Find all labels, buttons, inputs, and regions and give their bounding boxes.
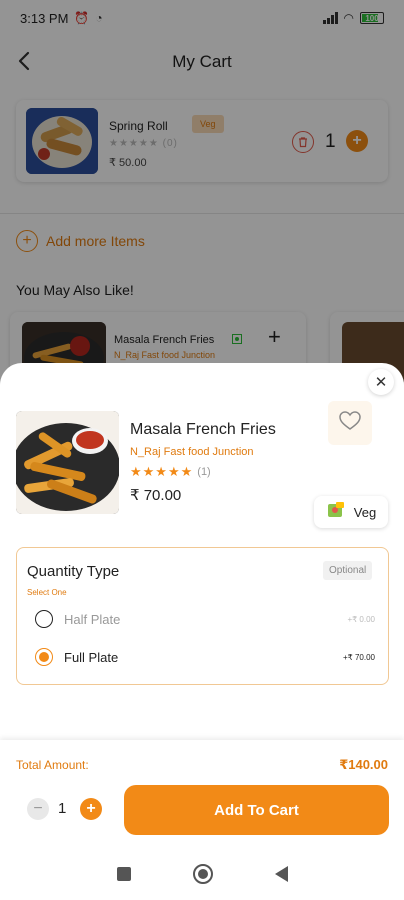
decrease-quantity-button[interactable]: − (27, 798, 49, 820)
option-label: Full Plate (64, 649, 119, 665)
dish-restaurant: N_Raj Fast food Junction (130, 446, 254, 458)
total-amount-value: ₹140.00 (339, 757, 388, 772)
option-price: +₹ 0.00 (347, 614, 375, 624)
system-navbar (0, 848, 404, 900)
dish-price: ₹ 70.00 (130, 487, 182, 504)
cart-footer: Total Amount: ₹140.00 − 1 + Add To Cart (0, 740, 404, 848)
recents-icon[interactable] (116, 867, 131, 881)
home-icon[interactable] (192, 864, 213, 884)
quantity-type-title: Quantity Type (27, 563, 120, 580)
total-amount-label: Total Amount: (16, 758, 89, 772)
veg-label: Veg (353, 504, 377, 520)
option-price: +₹ 70.00 (342, 652, 375, 662)
option-full-plate[interactable]: Full Plate +₹ 70.00 (35, 645, 375, 669)
add-to-cart-button[interactable]: Add To Cart (124, 785, 389, 835)
veg-food-icon (326, 500, 346, 525)
dish-image (16, 411, 119, 514)
quantity-type-section: Quantity Type Optional Select One Half P… (16, 547, 389, 685)
option-half-plate[interactable]: Half Plate +₹ 0.00 (35, 607, 375, 631)
option-label: Half Plate (64, 611, 121, 627)
radio-unchecked-icon[interactable] (35, 610, 53, 628)
optional-badge: Optional (323, 561, 373, 580)
increase-quantity-button[interactable]: + (80, 798, 102, 820)
close-icon[interactable]: ✕ (368, 369, 394, 395)
heart-icon (339, 410, 361, 436)
quantity-value: 1 (58, 800, 67, 817)
rating-count: (1) (197, 466, 211, 478)
dish-name: Masala French Fries (130, 421, 276, 438)
radio-checked-icon[interactable] (35, 648, 53, 666)
veg-indicator: Veg (314, 496, 388, 528)
select-one-hint: Select One (27, 588, 67, 597)
favorite-button[interactable] (328, 401, 372, 445)
dish-rating: ★★★★★ (1) (130, 464, 211, 480)
back-triangle-icon[interactable] (274, 866, 288, 882)
star-rating-icon: ★★★★★ (130, 464, 194, 479)
